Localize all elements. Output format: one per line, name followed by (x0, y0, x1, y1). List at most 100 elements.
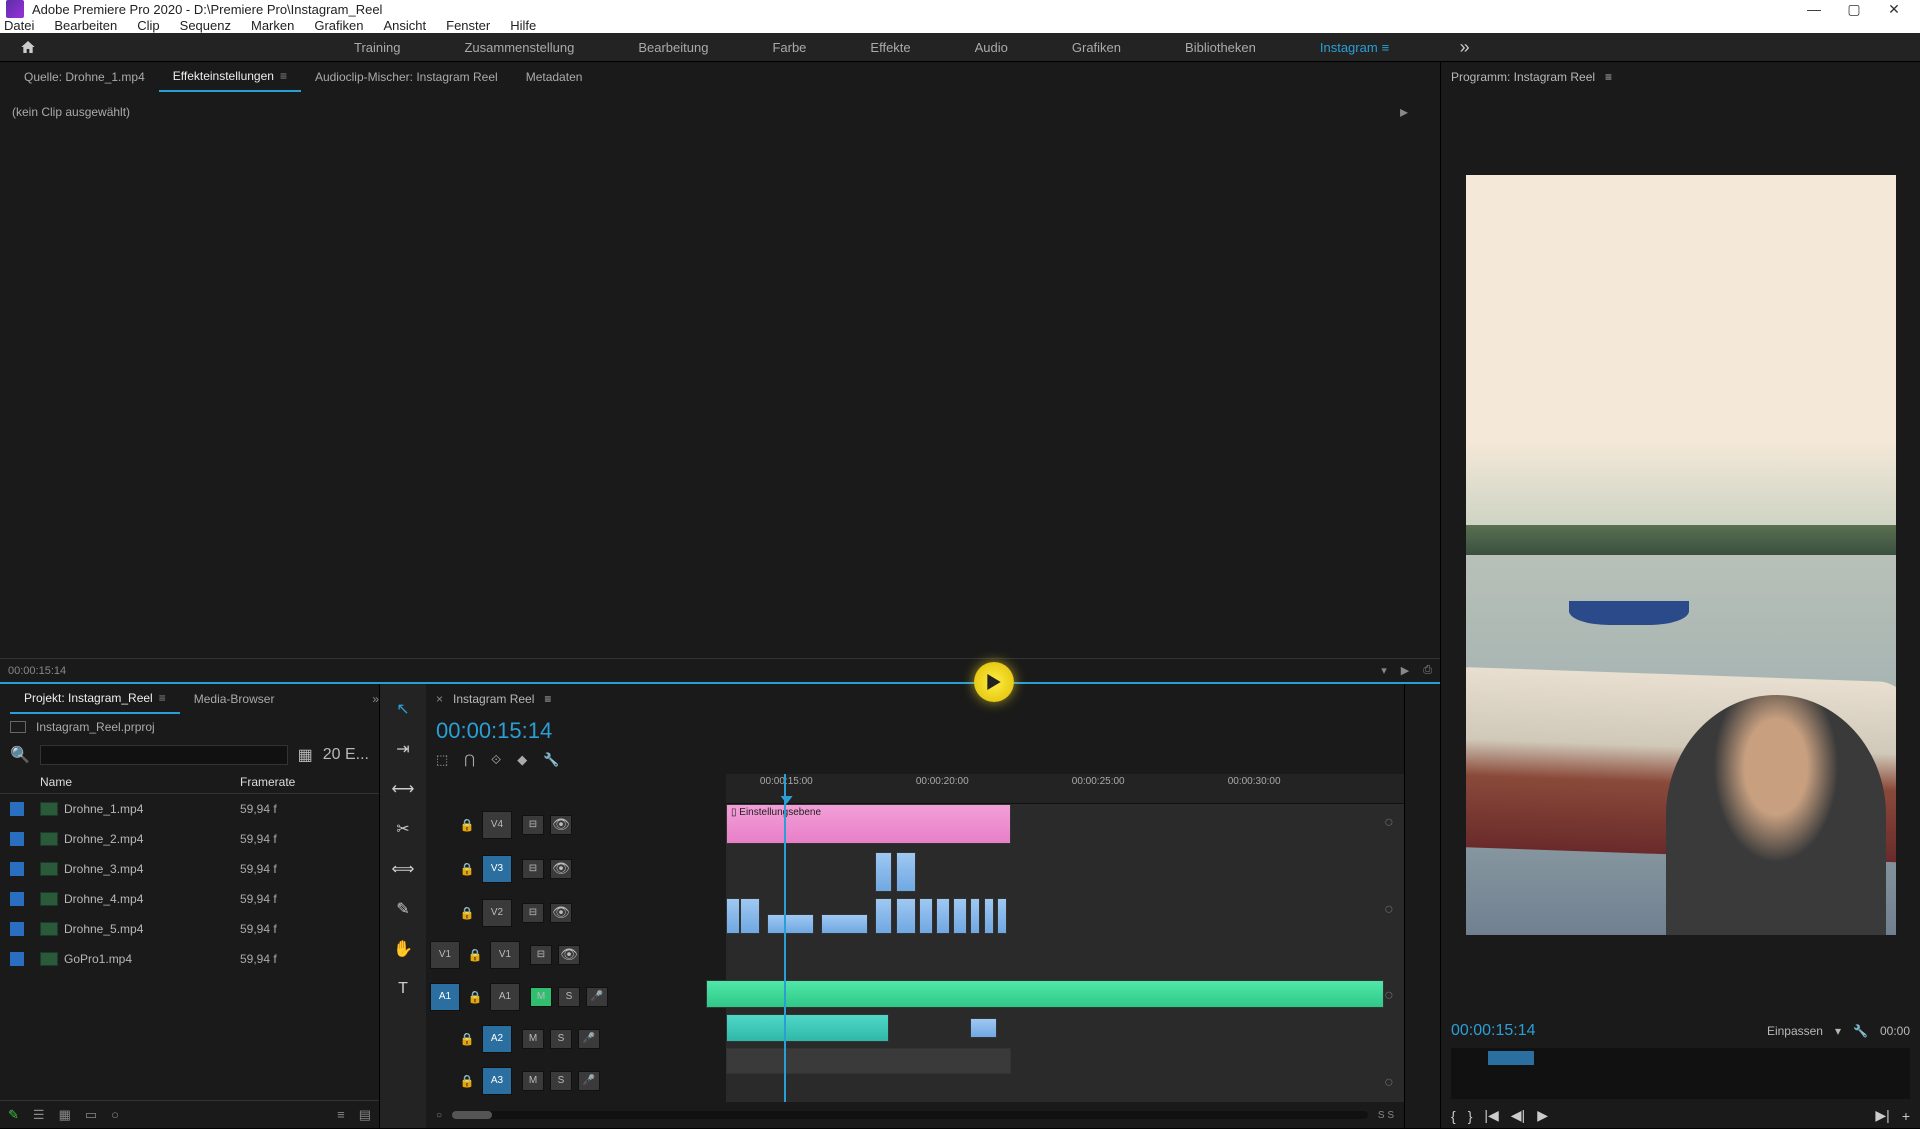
lock-icon[interactable]: 🔒 (456, 862, 478, 876)
timeline-timecode[interactable]: 00:00:15:14 (426, 714, 726, 744)
track-a3[interactable]: 🔒 A3 MS🎤 (426, 1060, 726, 1102)
eye-icon[interactable]: 👁 (558, 945, 580, 965)
zoom-handle-icon[interactable]: ○ (436, 1110, 442, 1121)
clip-video[interactable] (740, 898, 760, 934)
workspace-overflow-icon[interactable]: » (1460, 37, 1470, 58)
clip-video[interactable] (936, 898, 950, 934)
timeline-tracks-area[interactable]: 00:00:15:00 00:00:20:00 00:00:25:00 00:0… (726, 774, 1404, 1102)
wrench-icon[interactable]: 🔧 (1853, 1024, 1868, 1038)
clip-video[interactable] (896, 898, 916, 934)
project-item-row[interactable]: GoPro1.mp4 59,94 f (0, 944, 379, 974)
mute-button[interactable]: M (522, 1071, 544, 1091)
tab-metadata[interactable]: Metadaten (512, 62, 597, 92)
sync-lock-icon[interactable]: ⊟ (522, 903, 544, 923)
clip-audio[interactable] (726, 1048, 1011, 1074)
track-target-v2[interactable]: V2 (482, 899, 512, 927)
sort-icon[interactable]: ≡ (337, 1107, 345, 1122)
hand-tool[interactable]: ✋ (392, 938, 414, 960)
sequence-close-icon[interactable]: × (436, 692, 443, 706)
lock-icon[interactable]: 🔒 (456, 818, 478, 832)
fit-dropdown[interactable]: Einpassen (1767, 1024, 1823, 1038)
clip-video[interactable] (919, 898, 933, 934)
workspace-zusammenstellung[interactable]: Zusammenstellung (432, 33, 606, 61)
new-bin-icon[interactable]: ▦ (298, 745, 313, 765)
menu-hilfe[interactable]: Hilfe (510, 18, 536, 33)
new-item-icon[interactable]: ▤ (359, 1107, 371, 1123)
track-v1[interactable]: V1 🔒 V1 ⊟👁 (426, 934, 726, 976)
icon-view-icon[interactable]: ▦ (59, 1107, 71, 1123)
minimize-button[interactable]: — (1794, 0, 1834, 18)
clip-video[interactable] (821, 914, 868, 934)
workspace-farbe[interactable]: Farbe (740, 33, 838, 61)
track-a1[interactable]: A1 🔒 A1 MS🎤 (426, 976, 726, 1018)
clip-video[interactable] (875, 898, 892, 934)
lock-icon[interactable]: 🔒 (456, 1032, 478, 1046)
tab-audio-mixer[interactable]: Audioclip-Mischer: Instagram Reel (301, 62, 512, 92)
project-search-input[interactable] (40, 745, 288, 765)
clip-video[interactable] (953, 898, 967, 934)
step-back-icon[interactable]: ◀| (1511, 1107, 1525, 1124)
clip-video[interactable] (997, 898, 1007, 934)
sync-lock-icon[interactable]: ⊟ (530, 945, 552, 965)
workspace-audio[interactable]: Audio (943, 33, 1040, 61)
lock-icon[interactable]: 🔒 (456, 906, 478, 920)
voice-over-icon[interactable]: 🎤 (586, 987, 608, 1007)
pen-tool[interactable]: ✎ (392, 898, 414, 920)
clip-video[interactable] (767, 914, 814, 934)
zoom-slider-icon[interactable]: ○ (111, 1107, 119, 1122)
scroll-up-icon[interactable]: ○ (1384, 814, 1398, 832)
expand-caret-icon[interactable]: ▸ (1400, 102, 1408, 122)
tab-effect-settings[interactable]: Effekteinstellungen ≡ (159, 62, 301, 92)
maximize-button[interactable]: ▢ (1834, 0, 1874, 18)
track-a2[interactable]: 🔒 A2 MS🎤 (426, 1018, 726, 1060)
home-button[interactable] (14, 33, 42, 61)
panel-menu-icon[interactable]: ≡ (1605, 70, 1612, 84)
clip-audio[interactable] (970, 1018, 997, 1038)
ripple-edit-tool[interactable]: ⟷ (392, 778, 414, 800)
sequence-name[interactable]: Instagram Reel (453, 692, 534, 706)
menu-datei[interactable]: Datei (4, 18, 34, 33)
workspace-menu-icon[interactable]: ≡ (1382, 40, 1398, 55)
project-item-row[interactable]: Drohne_5.mp4 59,94 f (0, 914, 379, 944)
lock-icon[interactable]: 🔒 (464, 948, 486, 962)
source-patch-a1[interactable]: A1 (430, 983, 460, 1011)
tab-project[interactable]: Projekt: Instagram_Reel ≡ (10, 684, 180, 714)
sync-lock-icon[interactable]: ⊟ (522, 859, 544, 879)
clip-video[interactable] (875, 852, 892, 892)
freeform-view-icon[interactable]: ▭ (85, 1107, 97, 1123)
linked-selection-icon[interactable]: ⟐ (491, 752, 501, 768)
program-scrollbar[interactable] (1451, 1048, 1910, 1099)
scroll-down-icon[interactable]: ○ (1384, 1074, 1398, 1092)
panel-menu-icon[interactable]: ≡ (280, 69, 287, 83)
workspace-bearbeitung[interactable]: Bearbeitung (606, 33, 740, 61)
solo-button[interactable]: S (558, 987, 580, 1007)
menu-bearbeiten[interactable]: Bearbeiten (54, 18, 117, 33)
workspace-effekte[interactable]: Effekte (838, 33, 942, 61)
mute-button[interactable]: M (530, 987, 552, 1007)
panel-overflow-icon[interactable]: » (372, 692, 379, 706)
mute-button[interactable]: M (522, 1029, 544, 1049)
source-patch-v1[interactable]: V1 (430, 941, 460, 969)
clip-video[interactable] (984, 898, 994, 934)
track-target-a2[interactable]: A2 (482, 1025, 512, 1053)
track-v3[interactable]: 🔒 V3 ⊟👁 (426, 846, 726, 892)
solo-button[interactable]: S (550, 1071, 572, 1091)
add-marker-icon[interactable]: + (1902, 1108, 1910, 1124)
scroll-marker-icon[interactable]: ○ (1384, 901, 1398, 919)
slip-tool[interactable]: ⟺ (392, 858, 414, 880)
type-tool[interactable]: T (392, 978, 414, 1000)
track-target-a3[interactable]: A3 (482, 1067, 512, 1095)
sync-lock-icon[interactable]: ⊟ (522, 815, 544, 835)
scroll-marker-icon[interactable]: ○ (1384, 987, 1398, 1005)
clip-video[interactable] (970, 898, 980, 934)
workspace-grafiken[interactable]: Grafiken (1040, 33, 1153, 61)
track-target-v3[interactable]: V3 (482, 855, 512, 883)
clip-video[interactable] (726, 898, 740, 934)
clip-audio[interactable] (706, 980, 1384, 1008)
close-button[interactable]: ✕ (1874, 0, 1914, 18)
time-ruler[interactable]: 00:00:15:00 00:00:20:00 00:00:25:00 00:0… (726, 774, 1404, 804)
tab-source[interactable]: Quelle: Drohne_1.mp4 (10, 62, 159, 92)
project-item-row[interactable]: Drohne_2.mp4 59,94 f (0, 824, 379, 854)
menu-sequenz[interactable]: Sequenz (180, 18, 231, 33)
voice-over-icon[interactable]: 🎤 (578, 1029, 600, 1049)
